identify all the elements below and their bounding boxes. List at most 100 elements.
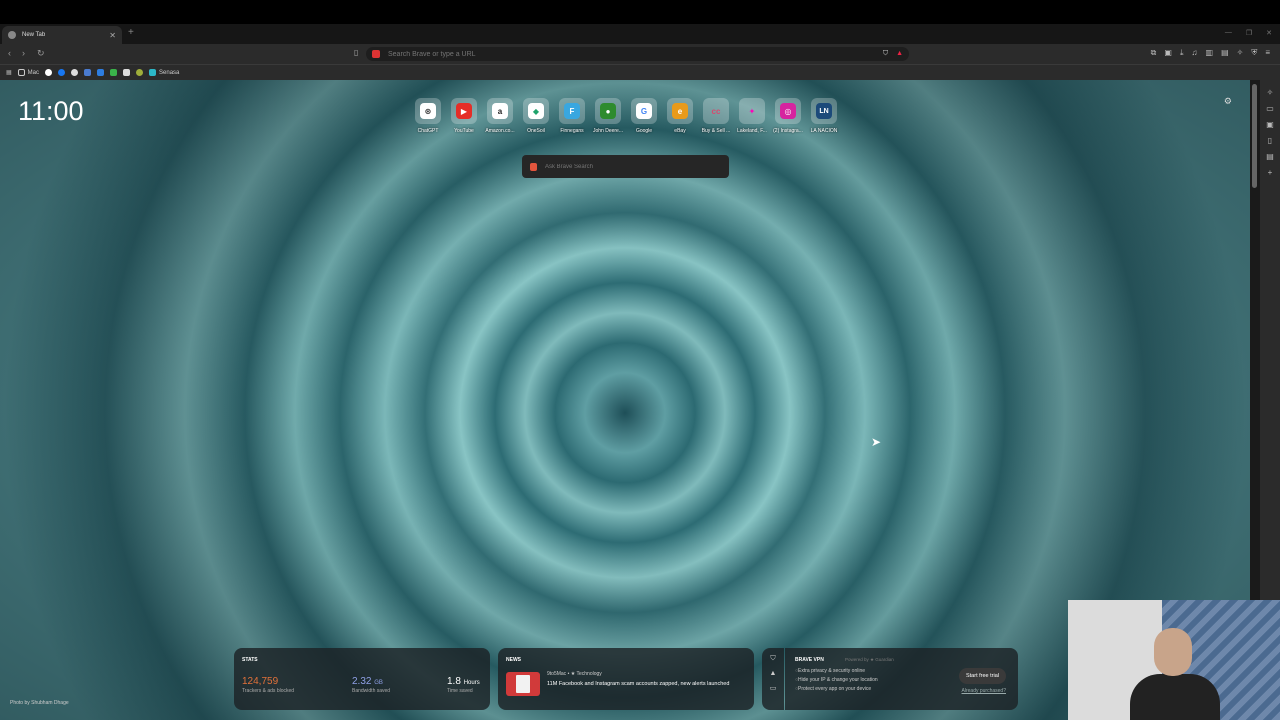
bookmark-6[interactable]: [97, 69, 105, 76]
window-controls: — ❐ ✕: [1225, 29, 1272, 37]
close-window-icon[interactable]: ✕: [1266, 29, 1272, 37]
photo-credit[interactable]: Photo by Shubham Dhage: [10, 700, 69, 706]
bookmark-7[interactable]: [110, 69, 118, 76]
wallet2-icon[interactable]: ▤: [1221, 48, 1229, 58]
vpn-feature: Extra privacy & security online: [795, 668, 878, 674]
bookmark-icon: [136, 69, 144, 76]
top-site-la-nacion[interactable]: LN LA NACION: [810, 98, 838, 134]
customize-gear-icon[interactable]: ⚙: [1224, 96, 1232, 107]
bookmarks-sidebar-icon[interactable]: ▯: [1268, 136, 1272, 145]
top-site-finnegans[interactable]: F Finnegans: [558, 98, 586, 134]
bandwidth-unit: GB: [374, 680, 383, 686]
bookmark-icon: [71, 69, 79, 76]
chat-sidebar-icon[interactable]: ▭: [1266, 104, 1274, 113]
clock: 11:00: [18, 96, 84, 126]
news-thumbnail[interactable]: [506, 672, 540, 696]
top-site-onesoil[interactable]: ◆ OneSoil: [522, 98, 550, 134]
bookmark-3[interactable]: [58, 69, 66, 76]
top-site-youtube[interactable]: ▶ YouTube: [450, 98, 478, 134]
bookmark-5[interactable]: [84, 69, 92, 76]
finnegans-icon: F: [564, 103, 580, 119]
vpn-widget: BRAVE VPN Powered by ★ Guardian Extra pr…: [785, 648, 1018, 710]
bookmark-icon[interactable]: ▯: [354, 48, 358, 57]
bookmark-senasa[interactable]: Senasa: [149, 69, 179, 76]
reload-icon[interactable]: ↻: [37, 48, 45, 59]
already-purchased-link[interactable]: Already purchased?: [962, 688, 1006, 694]
media-icon[interactable]: ♫: [1192, 48, 1198, 58]
trackers-stat: 124,759 Trackers & ads blocked: [242, 676, 294, 694]
top-site-lakeland[interactable]: ✦ Lakeland, F...: [737, 98, 767, 134]
scrollbar-thumb[interactable]: [1252, 84, 1257, 188]
address-bar[interactable]: ⛉ ▲: [366, 47, 909, 61]
stats-heading: STATS: [242, 657, 258, 663]
bookmark-4[interactable]: [71, 69, 79, 76]
youtube-icon: ▶: [456, 103, 472, 119]
trackers-value: 124,759: [242, 676, 279, 687]
close-tab-icon[interactable]: ✕: [109, 31, 116, 40]
folder-icon: [17, 69, 25, 76]
vpn-icon[interactable]: ⛨: [1251, 48, 1257, 58]
top-site-google[interactable]: G Google: [630, 98, 658, 134]
add-sidebar-icon[interactable]: +: [1268, 168, 1273, 177]
trackers-label: Trackers & ads blocked: [242, 688, 295, 694]
menu-icon[interactable]: ≡: [1265, 48, 1270, 58]
top-site-amazon[interactable]: a Amazon.co...: [485, 98, 515, 134]
apps-icon[interactable]: ▦: [6, 69, 12, 76]
document-icon: [516, 675, 530, 693]
news-source: 9to5Mac • ★ Technology: [547, 671, 602, 677]
forward-icon[interactable]: ›: [22, 48, 25, 58]
tab-title: New Tab: [22, 32, 46, 38]
bandwidth-value: 2.32: [352, 676, 372, 687]
shields-icon[interactable]: ⛉: [883, 50, 888, 58]
tab-new-tab[interactable]: New Tab ✕: [2, 26, 122, 44]
bookmarks-bar: ▦ Mac Senasa: [0, 64, 1280, 80]
new-tab-icon[interactable]: +: [128, 27, 134, 38]
leo-icon[interactable]: ✧: [1237, 48, 1244, 58]
top-site-chatgpt[interactable]: ⊛ ChatGPT: [414, 98, 442, 134]
rewards-icon[interactable]: ▲: [896, 50, 903, 58]
top-site-buy-sell[interactable]: cc Buy & Sell ...: [702, 98, 730, 134]
bandwidth-stat: 2.32 GB Bandwidth saved: [352, 676, 390, 694]
bookmark-8[interactable]: [123, 69, 131, 76]
top-site-john-deere[interactable]: ● John Deere...: [593, 98, 623, 134]
brave-search-box[interactable]: [522, 155, 729, 178]
news-widget[interactable]: NEWS 9to5Mac • ★ Technology 11M Facebook…: [498, 648, 754, 710]
bookmark-icon: [45, 69, 53, 76]
google-icon: G: [636, 103, 652, 119]
lakeland-icon: ✦: [748, 106, 756, 116]
top-site-instagram[interactable]: ◎ (2) Instagra...: [773, 98, 803, 134]
vpn-feature-list: Extra privacy & security online Hide you…: [795, 668, 878, 695]
sidebar-toggle-icon[interactable]: ▥: [1206, 48, 1214, 58]
wallet-icon[interactable]: ▣: [1164, 48, 1172, 58]
bookmark-9[interactable]: [136, 69, 144, 76]
stats-widget: STATS 124,759 Trackers & ads blocked 2.3…: [234, 648, 490, 710]
top-site-ebay[interactable]: e eBay: [666, 98, 694, 134]
brave-icon: [8, 31, 16, 39]
bookmark-icon: [123, 69, 131, 76]
leo-sidebar-icon[interactable]: ✧: [1267, 88, 1274, 97]
top-sites: ⊛ ChatGPT ▶ YouTube a Amazon.co... ◆ OneSoil…: [414, 98, 838, 134]
news-title[interactable]: 11M Facebook and Instagram scam accounts…: [547, 680, 743, 688]
reading-list-sidebar-icon[interactable]: ▤: [1266, 152, 1274, 161]
shield-icon[interactable]: ⛉: [762, 655, 784, 663]
bookmark-icon: [84, 69, 92, 76]
widget-switcher: ⛉ ▲ ▭: [762, 648, 784, 710]
start-free-trial-button[interactable]: Start free trial: [958, 668, 1006, 684]
triangle-icon[interactable]: ▲: [762, 670, 784, 677]
bookmark-2[interactable]: [45, 69, 53, 76]
brave-lion-icon: [372, 50, 380, 58]
bandwidth-label: Bandwidth saved: [352, 688, 391, 694]
bookmark-mac[interactable]: Mac: [17, 69, 39, 76]
senasa-icon: [149, 69, 157, 76]
bookmark-icon: [97, 69, 105, 76]
minimize-icon[interactable]: —: [1225, 29, 1232, 37]
maximize-icon[interactable]: ❐: [1246, 29, 1252, 37]
news-heading: NEWS: [506, 657, 521, 663]
extensions-icon[interactable]: ⧉: [1151, 48, 1157, 58]
download-icon[interactable]: ⤓: [1180, 48, 1184, 58]
search-input[interactable]: [545, 163, 729, 170]
address-input[interactable]: [388, 50, 883, 58]
back-icon[interactable]: ‹: [8, 48, 11, 58]
card-icon[interactable]: ▭: [762, 684, 784, 692]
wallet-sidebar-icon[interactable]: ▣: [1266, 120, 1274, 129]
